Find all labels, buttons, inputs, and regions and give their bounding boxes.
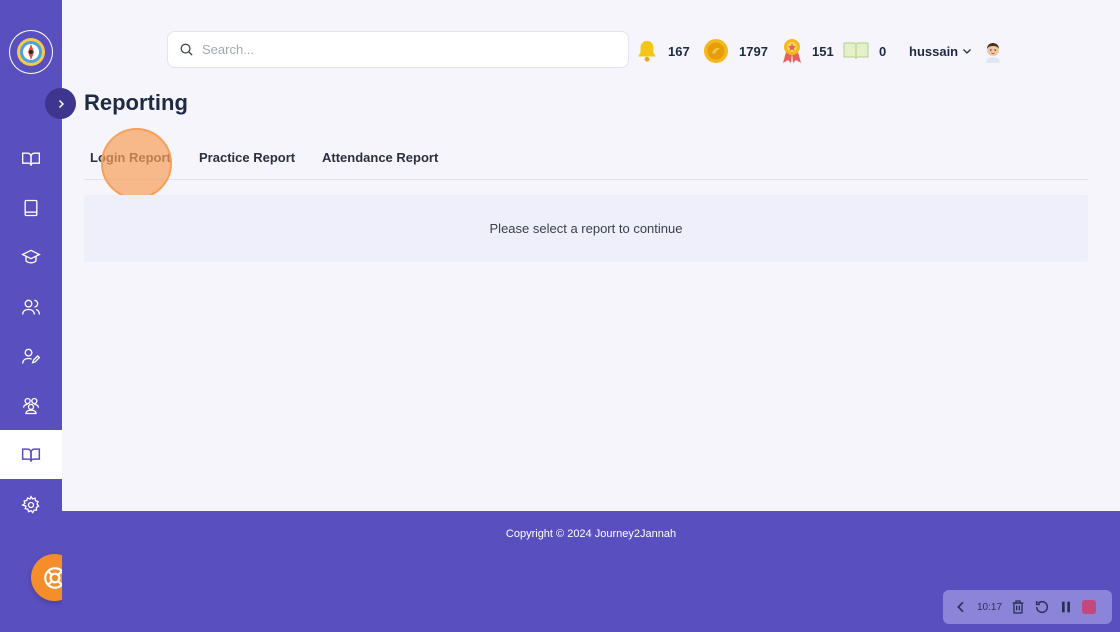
screen-recorder-toolbar: 10:17 [943,590,1112,624]
user-edit-icon [22,348,41,364]
page-title: Reporting [84,90,188,115]
compass-logo-icon [10,31,52,73]
sidebar-item-users[interactable] [0,282,62,331]
coin-icon [704,39,728,63]
coins-stat[interactable]: 1797 [703,38,768,64]
notifications-stat[interactable]: 167 [636,38,690,64]
badges-stat[interactable]: 151 [782,38,834,64]
badges-count: 151 [812,43,834,59]
tab-attendance-report[interactable]: Attendance Report [322,150,438,165]
search-icon [180,43,193,56]
trash-icon[interactable] [1010,599,1026,615]
book-icon [843,42,869,60]
restart-icon[interactable] [1034,599,1050,615]
sidebar-item-curriculum[interactable] [0,134,62,183]
report-tabs: Login Report Practice Report Attendance … [84,138,1088,180]
user-name[interactable]: hussain [909,44,958,59]
pause-icon[interactable] [1058,599,1074,615]
books-stat[interactable]: 0 [843,38,886,64]
award-ribbon-icon [783,39,801,63]
logo[interactable] [9,30,53,74]
tab-practice-report[interactable]: Practice Report [199,150,295,165]
sidebar-item-groups[interactable] [0,381,62,430]
avatar[interactable] [982,41,1004,63]
sidebar-item-books[interactable] [0,183,62,232]
notebook-icon [24,199,38,216]
notifications-count: 167 [668,43,690,59]
graduation-cap-icon [21,249,41,264]
empty-state-message: Please select a report to continue [84,195,1088,262]
sidebar-item-settings[interactable] [0,480,62,529]
sidebar-item-classes[interactable] [0,232,62,281]
sidebar-item-reporting[interactable] [0,430,62,479]
copyright-text: Copyright © 2024 Journey2Jannah [505,528,677,540]
chevron-down-icon[interactable] [961,45,973,57]
sidebar-toggle-button[interactable] [45,88,76,119]
tab-login-report[interactable]: Login Report [90,150,171,165]
chevron-right-icon [58,99,64,108]
notice-text: Please select a report to continue [489,221,683,236]
recording-time: 10:17 [977,601,1003,613]
sidebar-item-teachers[interactable] [0,331,62,380]
books-count: 0 [879,43,887,59]
reporting-book-icon [21,447,41,462]
open-book-icon [22,152,40,166]
stop-recording-button[interactable] [1082,600,1097,614]
coins-count: 1797 [739,43,768,59]
bell-icon [638,40,656,62]
search-bar[interactable] [167,31,629,68]
group-icon [22,397,40,414]
users-icon [22,299,40,315]
chevron-left-icon[interactable] [953,599,969,615]
gear-icon [21,494,40,514]
search-input[interactable] [202,42,602,57]
